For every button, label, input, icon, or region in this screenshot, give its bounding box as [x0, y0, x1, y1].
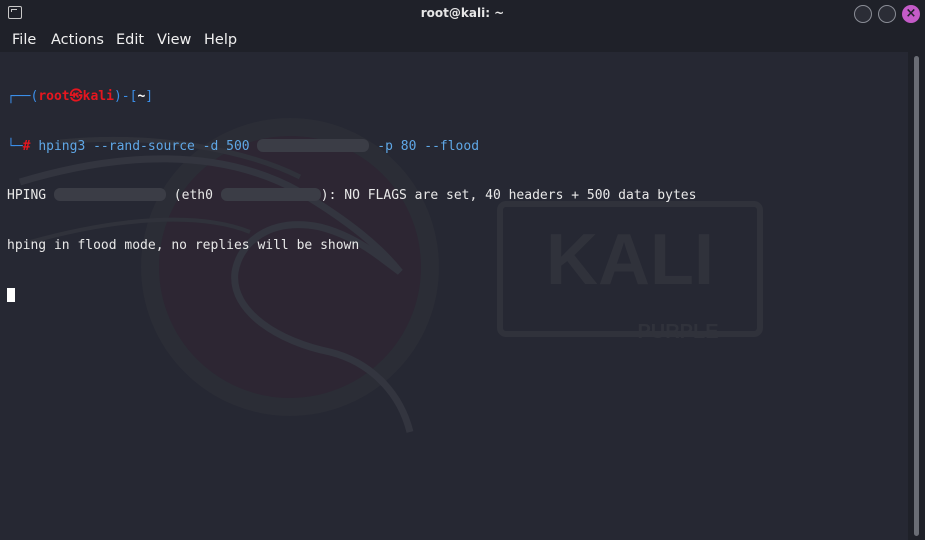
output-line-1: HPING (eth0 ): NO FLAGS are set, 40 head… [7, 188, 697, 203]
menu-actions[interactable]: Actions [51, 32, 104, 48]
menu-file[interactable]: File [12, 32, 36, 48]
prompt-host: kali [82, 89, 114, 104]
menu-view[interactable]: View [157, 32, 191, 48]
scrollbar-thumb[interactable] [914, 56, 919, 536]
redacted-target [257, 138, 370, 152]
text-cursor [7, 287, 15, 302]
cursor-line [7, 287, 696, 304]
redacted-host [53, 188, 166, 201]
window-title: root@kali: ~ [420, 6, 505, 20]
prompt-line: ┌──(root㉿kali)-[~] [7, 89, 154, 104]
minimize-button[interactable] [854, 5, 872, 23]
redacted-ip [220, 188, 321, 201]
maximize-button[interactable] [878, 5, 896, 23]
close-icon: × [905, 6, 917, 21]
command-line: └─# hping3 --rand-source -d 500 -p 80 --… [7, 138, 480, 154]
command-args: -p 80 --flood [369, 138, 480, 154]
menu-bar: File Actions Edit View Help [0, 28, 925, 52]
title-bar: root@kali: ~ × [0, 0, 925, 28]
close-button[interactable]: × [902, 5, 920, 23]
menu-edit[interactable]: Edit [116, 32, 144, 48]
terminal-output: ┌──(root㉿kali)-[~] └─# hping3 --rand-sou… [7, 72, 696, 337]
prompt-user: root [38, 89, 70, 104]
menu-help[interactable]: Help [204, 32, 237, 48]
output-line-2: hping in flood mode, no replies will be … [7, 237, 360, 253]
command-text: hping3 --rand-source -d 500 [38, 138, 258, 154]
terminal-area[interactable]: KALI PURPLE ┌──(root㉿kali)-[~] └─# hping… [0, 52, 908, 540]
scrollbar[interactable] [908, 52, 925, 540]
prompt-at-symbol: ㉿ [69, 89, 83, 104]
